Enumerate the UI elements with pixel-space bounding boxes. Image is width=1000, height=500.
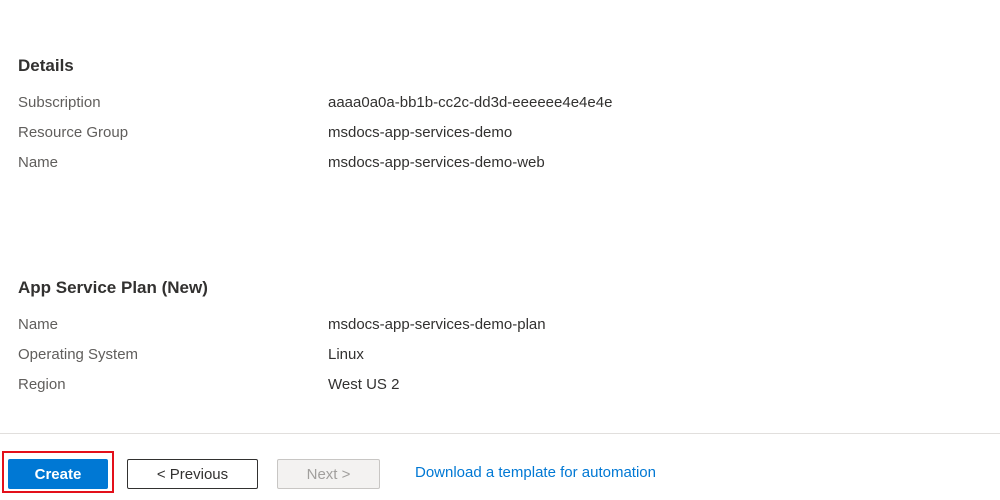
row-label: Operating System	[18, 346, 139, 363]
row-value: msdocs-app-services-demo	[328, 124, 513, 141]
row-value: msdocs-app-services-demo-plan	[328, 316, 546, 333]
details-row-name: Name msdocs-app-services-demo-web	[18, 154, 998, 176]
plan-row-name: Name msdocs-app-services-demo-plan	[18, 316, 998, 338]
row-value: msdocs-app-services-demo-web	[328, 154, 545, 171]
create-button[interactable]: Create	[8, 459, 108, 489]
row-value: Linux	[328, 346, 364, 363]
row-label: Subscription	[18, 94, 101, 111]
row-value: West US 2	[328, 376, 400, 393]
row-label: Region	[18, 376, 66, 393]
row-label: Name	[18, 316, 59, 333]
footer-divider	[0, 433, 1000, 434]
next-button[interactable]: Next >	[277, 459, 380, 489]
plan-row-operating-system: Operating System Linux	[18, 346, 998, 368]
previous-button[interactable]: < Previous	[127, 459, 258, 489]
plan-row-region: Region West US 2	[18, 376, 998, 398]
row-value: aaaa0a0a-bb1b-cc2c-dd3d-eeeeee4e4e4e	[328, 94, 613, 111]
download-template-link[interactable]: Download a template for automation	[415, 464, 656, 481]
details-row-resource-group: Resource Group msdocs-app-services-demo	[18, 124, 998, 146]
plan-section-title: App Service Plan (New)	[18, 278, 208, 297]
details-row-subscription: Subscription aaaa0a0a-bb1b-cc2c-dd3d-eee…	[18, 94, 998, 116]
details-section-title: Details	[18, 56, 74, 75]
row-label: Resource Group	[18, 124, 129, 141]
row-label: Name	[18, 154, 59, 171]
